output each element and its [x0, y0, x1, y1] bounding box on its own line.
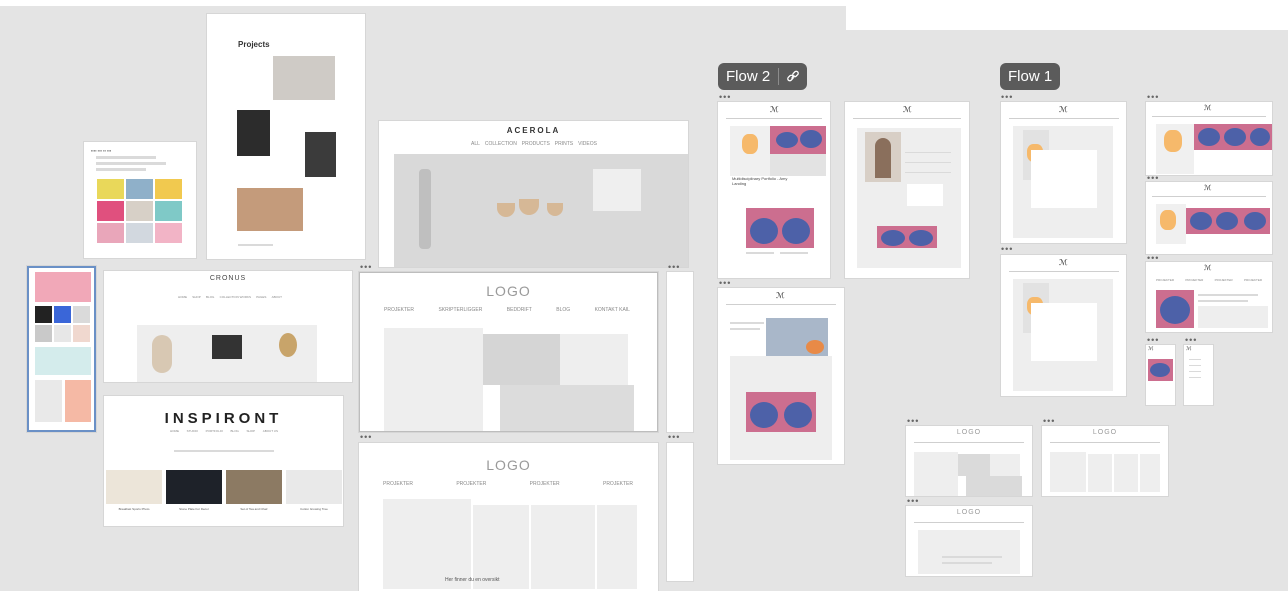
frame-flow1-step2[interactable]: ℳ — [1001, 255, 1126, 396]
frame-cronus[interactable]: CRONUS HOME SHOP BLOG COLLECTION WORKS P… — [104, 271, 352, 382]
frame-flow2-detail[interactable]: ℳ — [718, 288, 844, 464]
frame-flow2-home[interactable]: ℳ Multidisciplinary Portfolio - Amy Land… — [718, 102, 830, 278]
frame-logo-mini-b[interactable]: LOGO — [1042, 426, 1168, 496]
frame-flow1-r2[interactable]: ℳ — [1146, 182, 1272, 254]
frame-menu-dots[interactable]: ••• — [719, 279, 731, 288]
frame-menu-dots[interactable]: ••• — [719, 93, 731, 102]
projects-title: Projects — [238, 40, 270, 49]
inspiront-item-1: Breakfast Sports Photo — [118, 507, 150, 511]
logo-a-nav: PROJEKTER SKRIPTERLIGGER BEDDRIFT BLOG K… — [384, 307, 630, 313]
frame-menu-dots[interactable]: ••• — [668, 263, 680, 272]
frame-menu-dots[interactable]: ••• — [668, 433, 680, 442]
design-canvas[interactable]: ▪▪▪▪ ▪▪▪ ▪▪ ▪▪▪ Projects ACEROLA ALL COL… — [0, 0, 1288, 591]
cronus-nav: HOME SHOP BLOG COLLECTION WORKS PAGES AB… — [178, 295, 282, 299]
frame-logo-wireframe-b[interactable]: LOGO PROJEKTER PROJEKTER PROJEKTER PROJE… — [359, 443, 658, 591]
frame-partial-1[interactable] — [667, 272, 693, 432]
logo-text: LOGO — [956, 509, 982, 516]
flow2-label-pill[interactable]: Flow 2 — [718, 63, 808, 90]
frame-menu-dots[interactable]: ••• — [907, 497, 919, 506]
logo-text: LOGO — [1092, 429, 1118, 436]
cronus-title: CRONUS — [209, 275, 247, 282]
frame-mobile-selected[interactable] — [27, 266, 96, 432]
flow1-label-pill[interactable]: Flow 1 — [1000, 63, 1061, 90]
frame-partial-2[interactable] — [667, 443, 693, 581]
frame-flow1-r3[interactable]: ℳ PROJEKTER PROJEKTER PROJEKTER PROJEKTE… — [1146, 262, 1272, 332]
frame-menu-dots[interactable]: ••• — [1185, 336, 1197, 345]
frame-menu-dots[interactable]: ••• — [1147, 93, 1159, 102]
frame-menu-dots[interactable]: ••• — [1001, 245, 1013, 254]
logo-text: LOGO — [486, 457, 531, 473]
flow1-label: Flow 1 — [1008, 68, 1053, 85]
inspiront-item-3: Set of Tea and Chair — [240, 507, 268, 511]
inspiront-title: INSPIRONT — [164, 410, 283, 427]
logo-b-caption: Her finner du en oversikt — [445, 577, 500, 583]
frame-flow1-mobile-1[interactable]: ℳ — [1146, 345, 1175, 405]
link-icon[interactable] — [779, 70, 807, 84]
acerola-nav: ALL COLLECTION PRODUCTS PRINTS VIDEOS — [471, 141, 597, 147]
logo-text: LOGO — [956, 429, 982, 436]
flow1-r3-nav: PROJEKTER PROJEKTER PROJEKTER PROJEKTER — [1156, 278, 1262, 282]
acerola-hero-image — [394, 154, 688, 267]
flow2-label: Flow 2 — [726, 68, 771, 85]
frame-menu-dots[interactable]: ••• — [1147, 336, 1159, 345]
frame-menu-dots[interactable]: ••• — [1147, 254, 1159, 263]
logo-b-nav: PROJEKTER PROJEKTER PROJEKTER PROJEKTER — [383, 481, 633, 487]
frame-inspiront[interactable]: INSPIRONT HOME STUDIO PORTFOLIO BLOG SHO… — [104, 396, 343, 526]
logo-text: LOGO — [486, 283, 531, 299]
frame-menu-dots[interactable]: ••• — [360, 263, 372, 272]
frame-blog-small[interactable]: ▪▪▪▪ ▪▪▪ ▪▪ ▪▪▪ — [84, 142, 196, 258]
frame-flow1-start[interactable]: ℳ — [1001, 102, 1126, 243]
frame-flow1-r1[interactable]: ℳ — [1146, 102, 1272, 175]
acerola-title: ACEROLA — [506, 126, 561, 135]
frame-projects[interactable]: Projects — [207, 14, 365, 259]
frame-logo-wireframe-a[interactable]: LOGO PROJEKTER SKRIPTERLIGGER BEDDRIFT B… — [359, 272, 658, 432]
frame-menu-dots[interactable]: ••• — [1043, 417, 1055, 426]
frame-logo-mini-c[interactable]: LOGO — [906, 506, 1032, 576]
inspiront-item-2: Stone Plate For Decor — [179, 507, 209, 511]
frame-logo-mini-a[interactable]: LOGO — [906, 426, 1032, 496]
frame-menu-dots[interactable]: ••• — [1147, 174, 1159, 183]
flow2-heading: Multidisciplinary Portfolio - Amy Landin… — [732, 176, 788, 186]
frame-acerola[interactable]: ACEROLA ALL COLLECTION PRODUCTS PRINTS V… — [379, 121, 688, 267]
frame-menu-dots[interactable]: ••• — [1001, 93, 1013, 102]
frame-flow1-mobile-2[interactable]: ℳ — [1184, 345, 1213, 405]
frame-menu-dots[interactable]: ••• — [907, 417, 919, 426]
frame-flow2-profile[interactable]: ℳ — [845, 102, 969, 278]
inspiront-nav: HOME STUDIO PORTFOLIO BLOG SHOP ABOUT US — [170, 429, 278, 433]
frame-menu-dots[interactable]: ••• — [360, 433, 372, 442]
inspiront-item-4: Cotton Growing Tree — [300, 507, 328, 511]
